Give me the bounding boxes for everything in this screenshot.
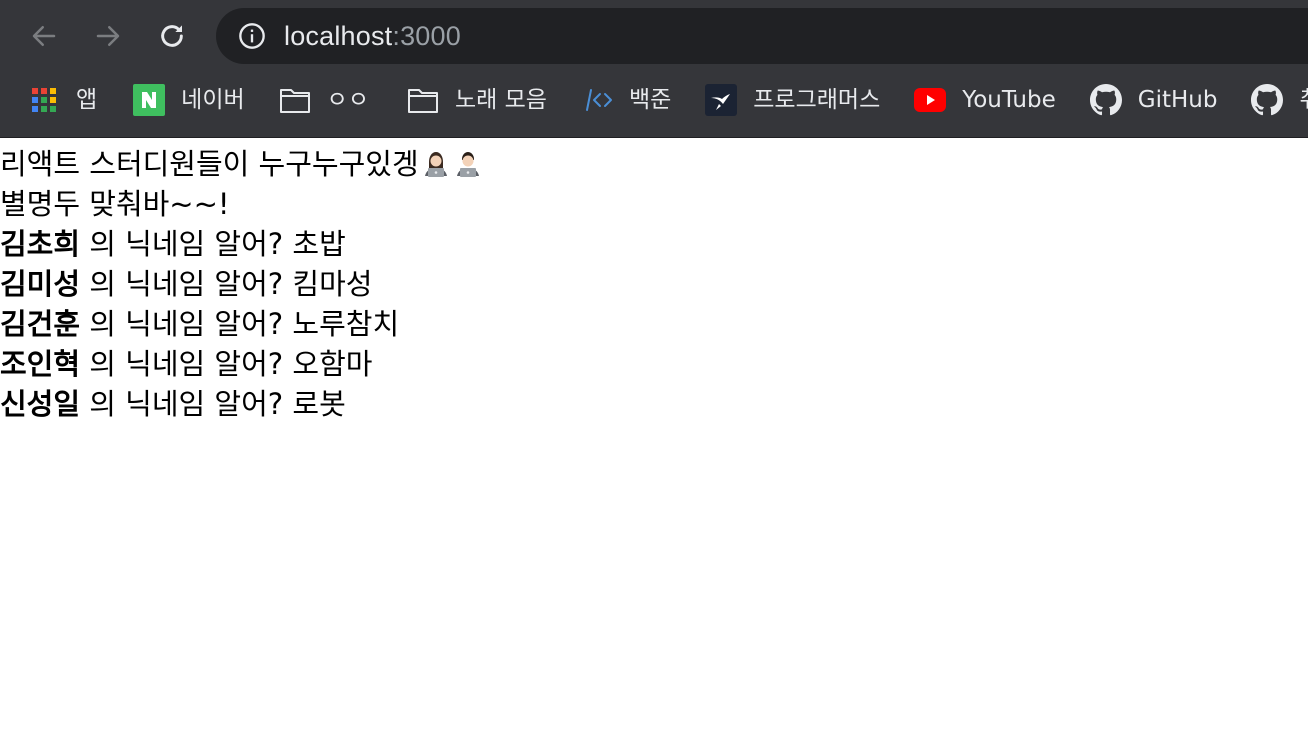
bookmark-label: 취업 (1299, 88, 1308, 112)
youtube-icon (914, 84, 947, 116)
forward-button[interactable] (90, 18, 126, 54)
man-technologist-emoji-icon (456, 152, 479, 177)
bookmark-apps[interactable]: 앱 (22, 80, 103, 120)
bookmark-folder-songs[interactable]: 노래 모음 (401, 80, 553, 120)
bookmark-jobs[interactable]: 취업 (1245, 80, 1308, 120)
naver-icon (133, 84, 166, 116)
member-nickname: 오함마 (292, 347, 373, 381)
member-question: 의 닉네임 알어? (80, 307, 293, 341)
member-question: 의 닉네임 알어? (80, 387, 293, 421)
bookmark-github[interactable]: GitHub (1084, 80, 1224, 120)
member-nickname: 킴마성 (292, 267, 373, 301)
member-nickname: 초밥 (292, 227, 346, 261)
member-nickname: 로봇 (292, 387, 346, 421)
bookmark-label: 앱 (76, 86, 98, 113)
bookmark-programmers[interactable]: 프로그래머스 (699, 80, 886, 120)
page-heading: 리액트 스터디원들이 누구누구있겡 (0, 144, 1308, 184)
bookmark-label: 네이버 (181, 86, 245, 113)
member-name: 김미성 (0, 267, 81, 301)
member-line: 김건훈 의 닉네임 알어? 노루참치 (0, 304, 1308, 344)
member-line: 김미성 의 닉네임 알어? 킴마성 (0, 264, 1308, 304)
bookmark-label: YouTube (962, 86, 1056, 113)
reload-button[interactable] (154, 18, 190, 54)
folder-icon (407, 84, 439, 116)
member-question: 의 닉네임 알어? (80, 227, 293, 261)
browser-chrome: localhost:3000 앱 네이버 ㅇㅇ 노래 모음 백준 프로그래머스 … (0, 0, 1308, 138)
bookmark-label: ㅇㅇ (326, 86, 369, 113)
bookmark-label: GitHub (1137, 86, 1218, 113)
code-brackets-icon (581, 84, 613, 116)
member-name: 김건훈 (0, 307, 81, 341)
member-name: 신성일 (0, 387, 81, 421)
back-button[interactable] (26, 18, 62, 54)
page-subheading: 별명두 맞춰바~~! (0, 187, 230, 221)
bookmark-label: 노래 모음 (454, 86, 547, 113)
bookmark-youtube[interactable]: YouTube (908, 80, 1062, 120)
member-line: 조인혁 의 닉네임 알어? 오함마 (0, 344, 1308, 384)
bookmarks-bar: 앱 네이버 ㅇㅇ 노래 모음 백준 프로그래머스 YouTube GitHub (0, 72, 1308, 128)
member-question: 의 닉네임 알어? (80, 347, 293, 381)
folder-icon (279, 84, 311, 116)
url-text[interactable]: localhost:3000 (284, 21, 461, 52)
reload-icon (161, 25, 183, 47)
github-icon (1251, 84, 1284, 116)
address-bar[interactable]: localhost:3000 (216, 8, 1308, 64)
member-line: 신성일 의 닉네임 알어? 로봇 (0, 384, 1308, 424)
arrow-left-icon (32, 26, 56, 46)
woman-technologist-emoji-icon (424, 152, 447, 177)
bookmark-folder-oo[interactable]: ㅇㅇ (273, 80, 375, 120)
github-icon (1089, 84, 1122, 116)
heading-text: 리액트 스터디원들이 누구누구있겡 (0, 147, 419, 181)
site-info-icon[interactable] (236, 20, 268, 52)
bookmark-label: 백준 (628, 86, 672, 113)
member-name: 조인혁 (0, 347, 81, 381)
member-nickname: 노루참치 (292, 307, 400, 341)
member-question: 의 닉네임 알어? (80, 267, 293, 301)
bookmark-label: 프로그래머스 (753, 86, 881, 113)
url-port: :3000 (392, 20, 461, 51)
programmers-icon (705, 84, 738, 116)
member-line: 김초희 의 닉네임 알어? 초밥 (0, 224, 1308, 264)
bookmark-baekjoon[interactable]: 백준 (575, 80, 677, 120)
member-name: 김초희 (0, 227, 81, 261)
page-content: 리액트 스터디원들이 누구누구있겡 별명두 맞춰바~~! 김초희 의 닉네임 알… (0, 144, 1308, 424)
arrow-right-icon (96, 26, 120, 46)
url-host: localhost (284, 20, 393, 51)
bookmark-naver[interactable]: 네이버 (127, 80, 250, 120)
browser-toolbar: localhost:3000 (0, 0, 1308, 72)
apps-grid-icon (28, 84, 60, 116)
